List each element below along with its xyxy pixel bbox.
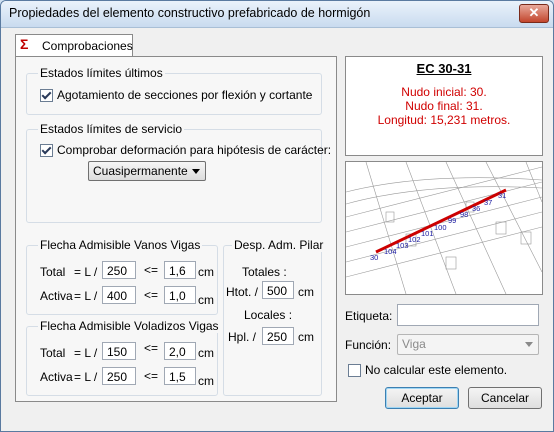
voladizos-active-eq: = L / <box>74 370 98 384</box>
dialog-window: Propiedades del elemento constructivo pr… <box>0 0 554 432</box>
node-label: 36 <box>472 204 480 213</box>
pilar-htot-unit: cm <box>298 285 314 299</box>
vanos-total-label: Total <box>40 265 66 279</box>
pilar-totales-label: Totales : <box>242 265 287 279</box>
accept-button[interactable]: Aceptar <box>385 387 459 409</box>
chevron-down-icon <box>192 169 200 174</box>
voladizos-active-input[interactable]: 250 <box>102 367 136 385</box>
deformation-check-checkbox[interactable] <box>40 144 53 157</box>
structure-drawing: 30 104 103 102 101 100 99 98 36 37 31 <box>346 162 542 294</box>
pilar-hpl-label: Hpl. / <box>228 330 257 344</box>
tab-label: Comprobaciones <box>42 39 133 53</box>
pilar-title: Desp. Adm. Pilar <box>232 238 326 252</box>
close-button[interactable]: ✕ <box>519 4 549 23</box>
element-name: EC 30-31 <box>416 61 472 76</box>
window-title: Propiedades del elemento constructivo pr… <box>9 6 371 20</box>
vanos-title: Flecha Admisible Vanos Vigas <box>38 238 203 252</box>
pilar-hpl-input[interactable]: 250 <box>262 327 294 345</box>
funcion-select-value: Viga <box>402 337 426 351</box>
chevron-down-icon <box>525 342 533 347</box>
vanos-total-unit: cm <box>198 265 214 279</box>
ultimate-states-title: Estados límites últimos <box>38 66 165 80</box>
service-states-title: Estados límites de servicio <box>38 122 185 136</box>
node-label: 101 <box>421 229 434 238</box>
vanos-active-label: Activa <box>40 289 73 303</box>
vanos-total-le: <= <box>144 263 159 277</box>
voladizos-active-le: <= <box>144 369 159 383</box>
hypothesis-select[interactable]: Cuasipermanente <box>88 161 206 181</box>
voladizos-total-unit: cm <box>198 346 214 360</box>
pilar-htot-label: Htot. / <box>226 285 259 299</box>
voladizos-total-le: <= <box>144 341 159 355</box>
node-label: 98 <box>460 210 468 219</box>
voladizos-total-eq: = L / <box>74 346 98 360</box>
voladizos-active-limit-input[interactable]: 1,5 <box>164 367 196 385</box>
pilar-htot-input[interactable]: 500 <box>262 281 294 299</box>
structure-3d-view[interactable]: 30 104 103 102 101 100 99 98 36 37 31 <box>345 161 543 295</box>
vanos-active-le: <= <box>144 288 159 302</box>
title-bar: Propiedades del elemento constructivo pr… <box>1 1 553 28</box>
voladizos-total-limit-input[interactable]: 2,0 <box>164 342 196 360</box>
voladizos-total-label: Total <box>40 346 66 360</box>
vanos-total-limit-input[interactable]: 1,6 <box>164 261 196 279</box>
node-label: 102 <box>408 235 421 244</box>
element-start-node: Nudo inicial: 30. <box>401 85 487 99</box>
node-label: 103 <box>396 241 409 250</box>
element-length: Longitud: 15,231 metros. <box>377 113 511 127</box>
cancel-button[interactable]: Cancelar <box>468 387 542 409</box>
vanos-active-unit: cm <box>198 293 214 307</box>
funcion-select[interactable]: Viga <box>397 334 539 355</box>
tab-comprobaciones[interactable]: Σ Comprobaciones <box>15 34 133 57</box>
etiqueta-label: Etiqueta: <box>345 309 393 323</box>
no-calc-label: No calcular este elemento. <box>365 363 508 377</box>
deformation-check-label: Comprobar deformación para hipótesis de … <box>57 143 332 157</box>
node-label: 100 <box>434 223 447 232</box>
etiqueta-input[interactable] <box>397 304 539 326</box>
pilar-locales-label: Locales : <box>244 308 293 322</box>
voladizos-active-unit: cm <box>198 374 214 388</box>
voladizos-active-label: Activa <box>40 370 73 384</box>
vanos-active-limit-input[interactable]: 1,0 <box>164 286 196 304</box>
sigma-icon: Σ <box>20 36 29 52</box>
no-calc-checkbox[interactable] <box>348 364 361 377</box>
funcion-label: Función: <box>345 338 392 352</box>
vanos-total-eq: = L / <box>74 265 98 279</box>
pilar-hpl-unit: cm <box>298 330 314 344</box>
node-label: 104 <box>384 247 397 256</box>
hypothesis-select-value: Cuasipermanente <box>93 164 188 178</box>
node-label: 31 <box>498 191 506 200</box>
vanos-active-eq: = L / <box>74 289 98 303</box>
vanos-total-input[interactable]: 250 <box>102 261 136 279</box>
ultimate-check-label: Agotamiento de secciones por flexión y c… <box>57 88 313 102</box>
node-label: 37 <box>484 198 492 207</box>
element-info-box: EC 30-31 Nudo inicial: 30. Nudo final: 3… <box>345 56 543 156</box>
checks-panel: Estados límites últimos Agotamiento de s… <box>15 56 337 402</box>
node-label: 30 <box>370 253 378 262</box>
element-end-node: Nudo final: 31. <box>405 99 483 113</box>
vanos-active-input[interactable]: 400 <box>102 286 136 304</box>
node-label: 99 <box>448 216 456 225</box>
ultimate-check-checkbox[interactable] <box>40 89 53 102</box>
voladizos-title: Flecha Admisible Voladizos Vigas <box>38 319 221 333</box>
voladizos-total-input[interactable]: 150 <box>102 342 136 360</box>
